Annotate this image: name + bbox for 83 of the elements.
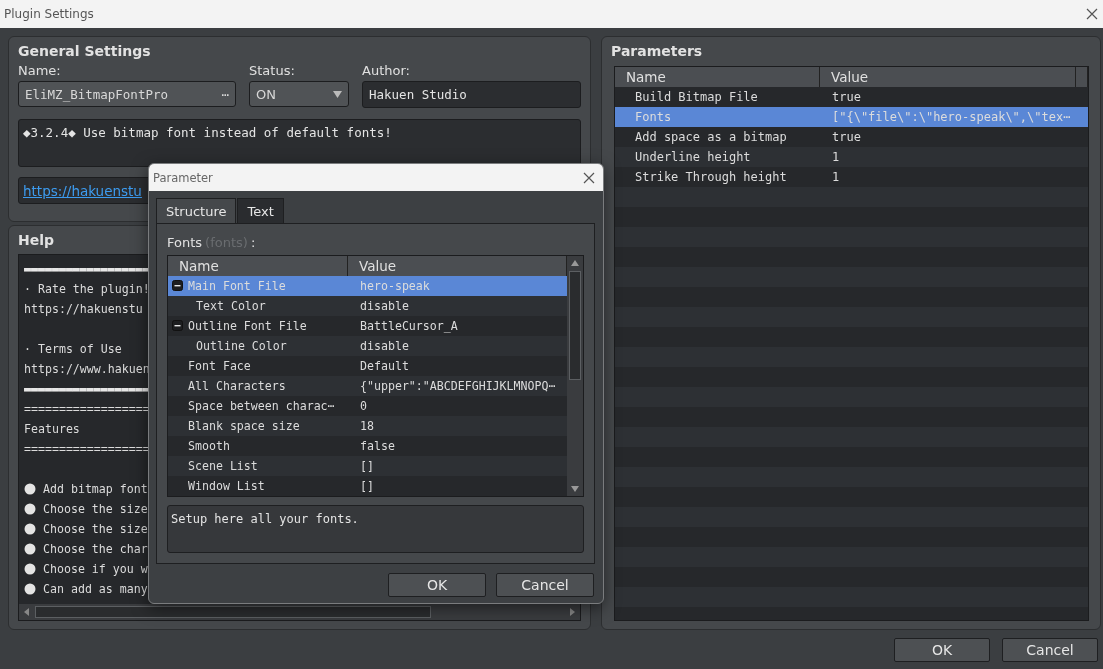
dialog-button[interactable]: Cancel bbox=[1002, 637, 1098, 662]
help-text: https://www.hakuen bbox=[24, 362, 150, 376]
field-label: Status: bbox=[249, 63, 296, 78]
collapse-icon[interactable] bbox=[172, 320, 183, 332]
tab[interactable]: Structure bbox=[156, 198, 237, 223]
value-cell-text: 0 bbox=[359, 398, 368, 413]
description-field[interactable]: ◆3.2.4◆ Use bitmap font instead of default fonts! bbox=[18, 119, 581, 167]
field-label: Fonts bbox=[167, 235, 203, 252]
value-cell-text: hero-speak bbox=[359, 278, 431, 293]
value-cell-text: {"upper":"ABCDEFGHIJKLMNOPQ⋯ bbox=[359, 378, 557, 393]
value-cell-text: 18 bbox=[359, 418, 375, 433]
close-icon[interactable] bbox=[583, 171, 595, 184]
help-text: Choose the char bbox=[43, 542, 148, 556]
value-cell-text: disable bbox=[359, 338, 410, 353]
close-icon[interactable] bbox=[1086, 8, 1098, 20]
bullet-icon bbox=[24, 523, 36, 535]
name-cell: Fonts bbox=[635, 110, 672, 124]
description-field: Setup here all your fonts. bbox=[167, 505, 584, 553]
divider-text: ▬▬▬▬▬▬▬▬▬▬▬▬▬▬▬▬▬▬ bbox=[24, 262, 150, 276]
bullet-icon bbox=[24, 583, 36, 595]
name-cell: Window List bbox=[188, 478, 265, 493]
help-text: Choose if you w bbox=[43, 562, 148, 576]
value-cell-text: disable bbox=[359, 298, 410, 313]
name-field[interactable]: EliMZ_BitmapFontPro ⋯ bbox=[18, 81, 236, 107]
horizontal-scrollbar[interactable] bbox=[19, 604, 580, 620]
dialog-title: Parameter bbox=[153, 170, 213, 185]
collapse-icon[interactable] bbox=[172, 280, 183, 292]
field-label: Author: bbox=[362, 63, 411, 78]
tab[interactable]: Text bbox=[237, 198, 284, 223]
bullet-icon bbox=[24, 563, 36, 575]
value-cell-text: ["{\"file\":\"hero-speak\",\"tex⋯ bbox=[831, 110, 1072, 124]
name-cell: Main Font File bbox=[188, 278, 286, 293]
value-cell-text: [] bbox=[359, 458, 375, 473]
help-text: Can add as many bbox=[43, 582, 148, 596]
help-text: · Rate the plugin! bbox=[24, 282, 150, 296]
status-dropdown[interactable]: ON bbox=[249, 81, 349, 107]
dialog-button[interactable]: Cancel bbox=[496, 573, 594, 597]
value-cell-text: 1 bbox=[831, 150, 841, 164]
value-cell-text: Default bbox=[359, 358, 410, 373]
section-title: Parameters bbox=[611, 42, 703, 61]
value-cell-text: true bbox=[831, 90, 862, 104]
plugin-link[interactable]: https://hakuenstu bbox=[23, 182, 142, 199]
bullet-icon bbox=[24, 503, 36, 515]
value-cell-text: [] bbox=[359, 478, 375, 493]
field-label: Name: bbox=[18, 63, 62, 78]
bullet-icon bbox=[24, 543, 36, 555]
section-title: Help bbox=[18, 231, 55, 250]
name-cell: Text Color bbox=[196, 298, 266, 313]
value-cell-text: true bbox=[831, 130, 862, 144]
help-text: ================== bbox=[24, 442, 150, 456]
value-cell-text: BattleCursor_A bbox=[359, 318, 459, 333]
name-cell: Outline Color bbox=[196, 338, 287, 353]
column-header[interactable]: Name bbox=[168, 255, 348, 276]
help-text: Choose the size bbox=[43, 522, 148, 536]
name-cell: Outline Font File bbox=[188, 318, 307, 333]
value-cell-text: 1 bbox=[831, 170, 841, 184]
help-text: https://hakuenstu bbox=[24, 302, 143, 316]
dialog-button[interactable]: OK bbox=[388, 573, 486, 597]
name-cell: Scene List bbox=[188, 458, 258, 473]
caret-icon bbox=[333, 90, 342, 98]
vertical-scrollbar[interactable] bbox=[567, 255, 583, 497]
help-text: Features bbox=[24, 422, 80, 436]
name-cell: Font Face bbox=[188, 358, 251, 373]
help-text: Add bitmap font bbox=[43, 482, 148, 496]
name-cell: Smooth bbox=[188, 438, 230, 453]
help-text: ================== bbox=[24, 402, 150, 416]
name-cell: Add space as a bitmap bbox=[635, 130, 787, 144]
divider-text: ▬▬▬▬▬▬▬▬▬▬▬▬▬▬▬▬▬▬ bbox=[24, 382, 150, 396]
name-cell: Build Bitmap File bbox=[635, 90, 758, 104]
section-title: General Settings bbox=[18, 42, 151, 61]
field-label-colon: : bbox=[250, 235, 256, 252]
name-cell: Strike Through height bbox=[635, 170, 787, 184]
name-cell: Underline height bbox=[635, 150, 751, 164]
value-cell-text: false bbox=[359, 438, 396, 453]
help-text: Choose the size bbox=[43, 502, 148, 516]
bullet-icon bbox=[24, 483, 36, 495]
name-cell: All Characters bbox=[188, 378, 286, 393]
help-text: · Terms of Use bbox=[24, 342, 122, 356]
name-cell: Blank space size bbox=[188, 418, 300, 433]
name-cell: Space between charac⋯ bbox=[188, 398, 335, 413]
window-title: Plugin Settings bbox=[4, 7, 94, 21]
dialog-button[interactable]: OK bbox=[894, 637, 990, 662]
author-field[interactable]: Hakuen Studio bbox=[362, 81, 581, 108]
